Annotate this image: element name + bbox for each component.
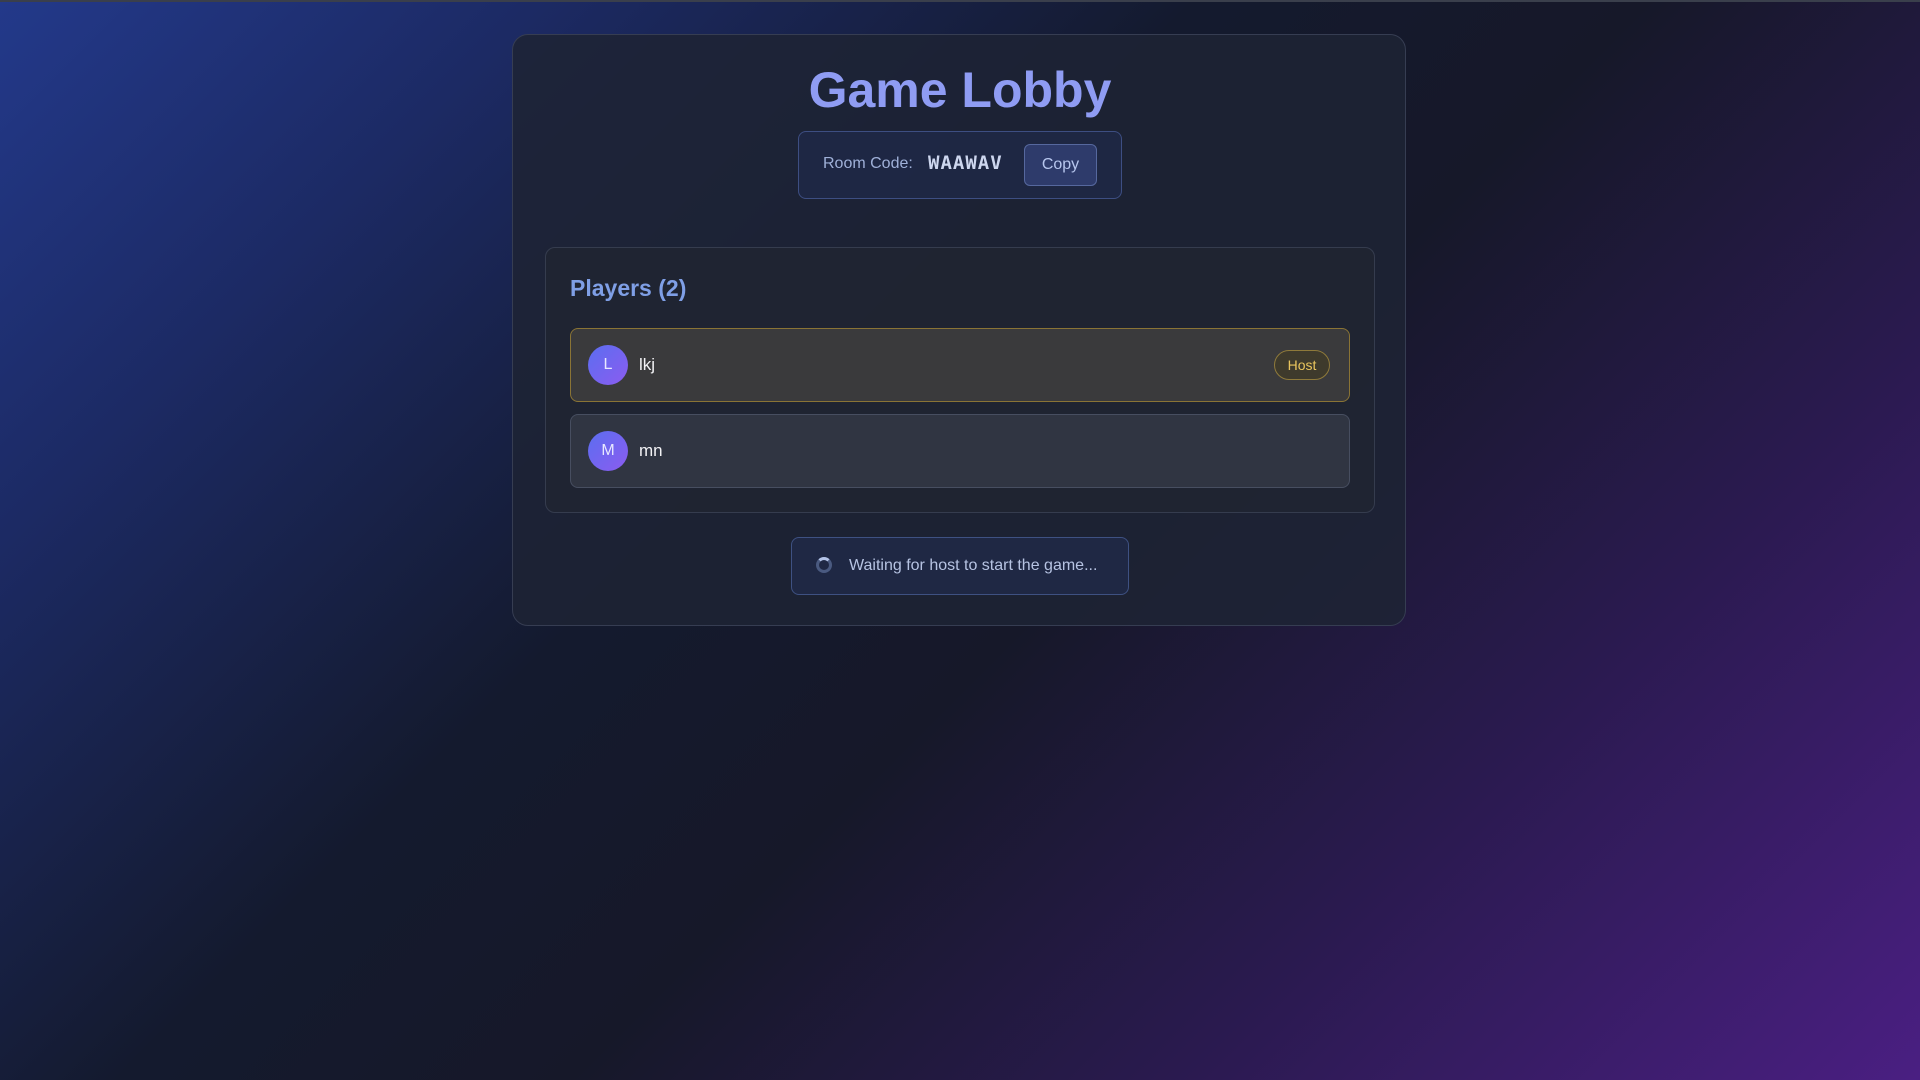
waiting-text: Waiting for host to start the game... bbox=[849, 557, 1098, 574]
players-panel: Players (2) L lkj Host M mn bbox=[545, 247, 1375, 513]
avatar: L bbox=[588, 345, 628, 385]
page-title: Game Lobby bbox=[808, 62, 1112, 118]
spinner-icon bbox=[816, 557, 832, 573]
room-code-value: WAAWAV bbox=[928, 152, 1003, 174]
player-name: mn bbox=[639, 441, 663, 460]
player-row: M mn bbox=[570, 414, 1350, 488]
room-code-label: Room Code: bbox=[823, 155, 913, 172]
window-top-border bbox=[0, 0, 1920, 2]
player-row-host: L lkj Host bbox=[570, 328, 1350, 402]
room-code-box: Room Code: WAAWAV Copy bbox=[798, 131, 1122, 199]
player-name: lkj bbox=[639, 355, 656, 374]
avatar: M bbox=[588, 431, 628, 471]
copy-button[interactable]: Copy bbox=[1024, 144, 1097, 186]
players-heading: Players (2) bbox=[570, 275, 687, 301]
waiting-status-box: Waiting for host to start the game... bbox=[791, 537, 1129, 595]
host-badge: Host bbox=[1274, 350, 1330, 380]
